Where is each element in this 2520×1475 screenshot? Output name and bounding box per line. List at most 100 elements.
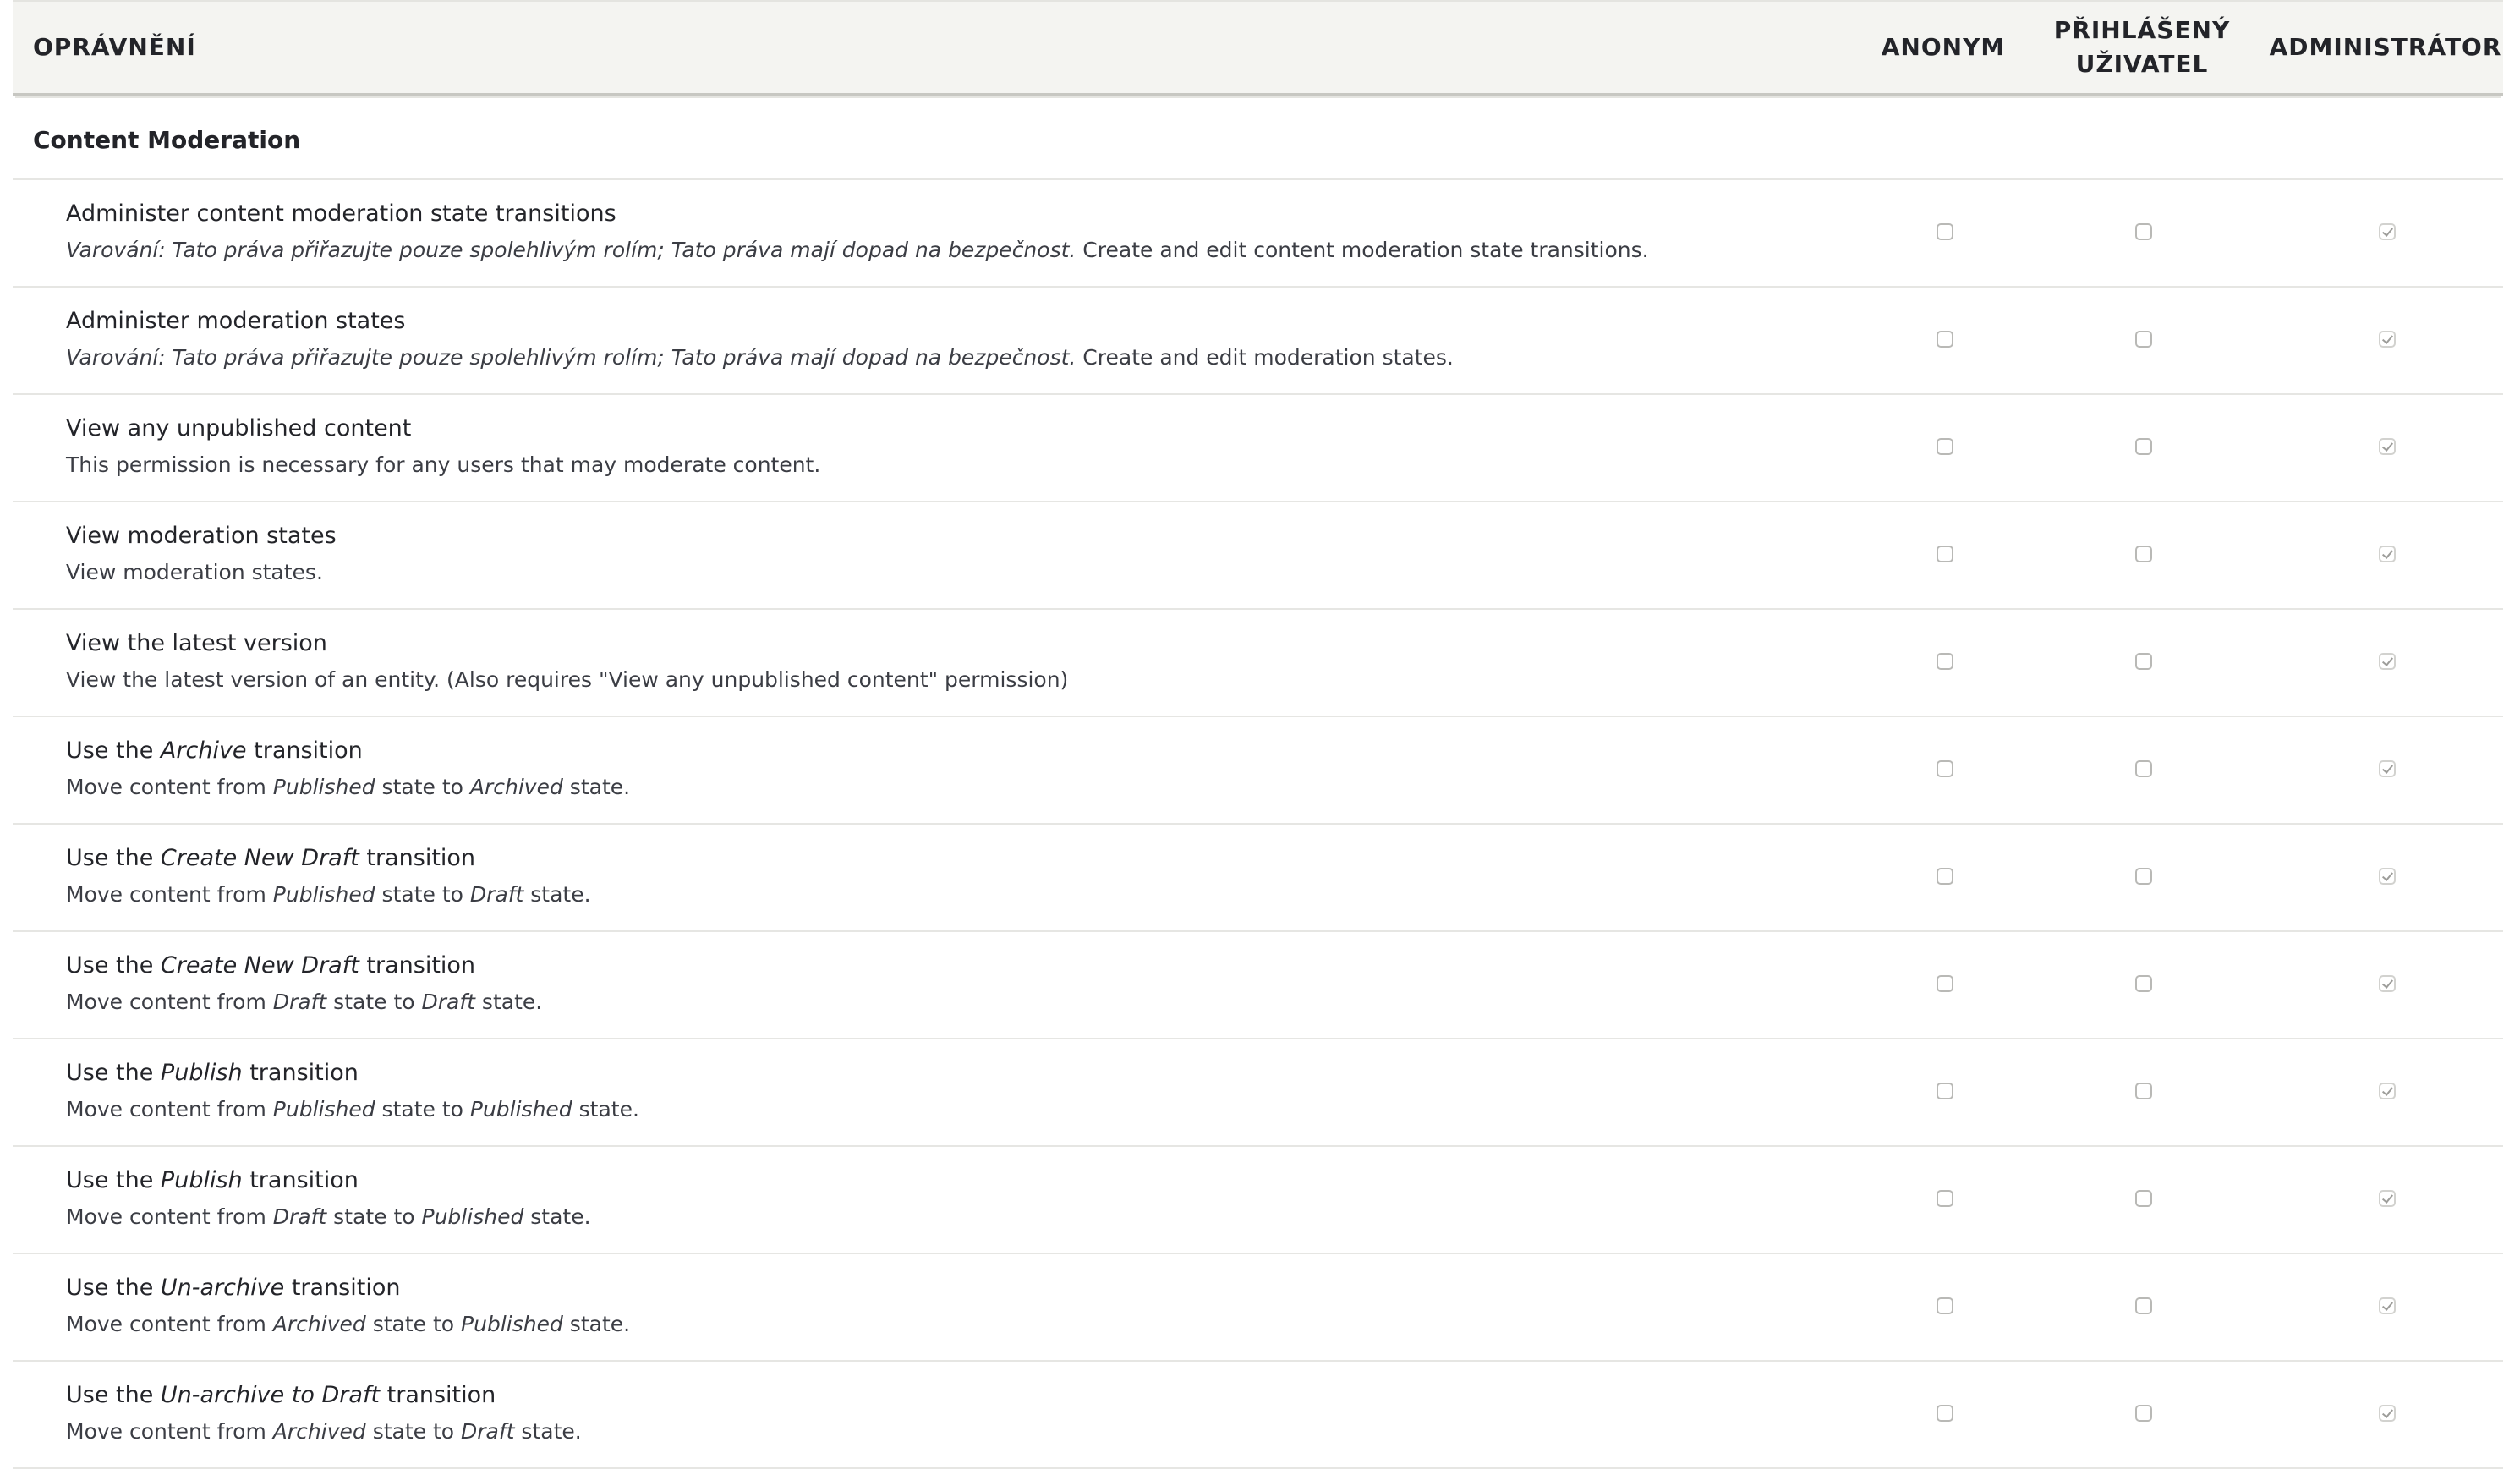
- permission-title-text: transition: [380, 1382, 496, 1408]
- checkbox-anonymous[interactable]: [1937, 868, 1953, 885]
- header-role-administrator: ADMINISTRÁTOR: [2269, 33, 2502, 61]
- checkbox-authenticated[interactable]: [2135, 331, 2152, 348]
- checkbox-anonymous[interactable]: [1937, 1083, 1953, 1099]
- permission-description-text: Published: [469, 1097, 572, 1121]
- permission-title-text: Create New Draft: [160, 952, 359, 979]
- checkbox-anonymous[interactable]: [1937, 1190, 1953, 1207]
- table-row: View any unpublished content This permiss…: [13, 395, 2503, 502]
- permission-description-text: state.: [562, 1312, 631, 1336]
- permission-description-text: Archived: [469, 775, 563, 799]
- checkbox-anonymous[interactable]: [1937, 546, 1953, 562]
- permission-description-text: state.: [523, 1204, 591, 1229]
- permission-title: View the latest version: [66, 630, 327, 656]
- checkbox-anonymous[interactable]: [1937, 1297, 1953, 1314]
- table-row: Use the Un-archive transition Move conten…: [13, 1254, 2503, 1362]
- checkbox-authenticated[interactable]: [2135, 223, 2152, 240]
- permission-description-text: Published: [272, 775, 375, 799]
- permission-description: View moderation states.: [66, 560, 323, 584]
- permission-title: Administer content moderation state tran…: [66, 200, 616, 227]
- checkbox-authenticated[interactable]: [2135, 975, 2152, 992]
- permission-description-text: Move content from: [66, 1097, 273, 1121]
- permission-title: View moderation states: [66, 523, 337, 549]
- permission-description-text: Draft: [421, 990, 475, 1014]
- permission-title-text: transition: [246, 738, 363, 764]
- checkbox-administrator[interactable]: [2379, 546, 2396, 562]
- permission-description-text: Move content from: [66, 1312, 273, 1336]
- checkbox-authenticated[interactable]: [2135, 653, 2152, 670]
- checkbox-administrator[interactable]: [2379, 760, 2396, 777]
- checkbox-administrator[interactable]: [2379, 438, 2396, 455]
- permission-title: Use the Create New Draft transition: [66, 952, 475, 979]
- permission-description-text: Move content from: [66, 775, 273, 799]
- permission-title-text: transition: [242, 1060, 359, 1086]
- permission-description-text: state.: [562, 775, 631, 799]
- permission-title: Administer moderation states: [66, 308, 405, 334]
- checkbox-authenticated[interactable]: [2135, 546, 2152, 562]
- permission-description-text: Move content from: [66, 1419, 273, 1444]
- permission-description-text: Published: [421, 1204, 524, 1229]
- header-role-anonymous: ANONYM: [1881, 33, 2006, 61]
- permission-description-text: View moderation states.: [66, 560, 323, 584]
- permission-title-text: View moderation states: [66, 523, 337, 549]
- permission-description: Move content from Archived state to Publ…: [66, 1312, 630, 1336]
- checkbox-administrator[interactable]: [2379, 1297, 2396, 1314]
- permission-title-text: Use the: [66, 1060, 161, 1086]
- checkbox-administrator[interactable]: [2379, 975, 2396, 992]
- permissions-table: OPRÁVNĚNÍ ANONYM PŘIHLÁŠENÝ UŽIVATEL ADM…: [13, 0, 2503, 1469]
- checkbox-authenticated[interactable]: [2135, 868, 2152, 885]
- checkbox-anonymous[interactable]: [1937, 760, 1953, 777]
- permission-title: Use the Publish transition: [66, 1167, 359, 1193]
- permission-description-text: Varování: Tato práva přiřazujte pouze sp…: [66, 238, 1076, 262]
- checkbox-administrator[interactable]: [2379, 1083, 2396, 1099]
- permission-description-text: Create and edit content moderation state…: [1076, 238, 1649, 262]
- permission-description-text: Varování: Tato práva přiřazujte pouze sp…: [66, 345, 1076, 370]
- permission-description-text: Published: [272, 882, 375, 907]
- permission-title-text: Use the: [66, 738, 161, 764]
- checkbox-authenticated[interactable]: [2135, 1083, 2152, 1099]
- checkbox-anonymous[interactable]: [1937, 1405, 1953, 1422]
- checkbox-administrator[interactable]: [2379, 1405, 2396, 1422]
- checkbox-anonymous[interactable]: [1937, 653, 1953, 670]
- checkbox-authenticated[interactable]: [2135, 1190, 2152, 1207]
- table-row: Use the Publish transition Move content f…: [13, 1147, 2503, 1254]
- table-row: Use the Archive transition Move content f…: [13, 717, 2503, 825]
- checkbox-authenticated[interactable]: [2135, 1297, 2152, 1314]
- table-row: Use the Un-archive to Draft transition Mo…: [13, 1362, 2503, 1469]
- checkbox-administrator[interactable]: [2379, 223, 2396, 240]
- checkbox-anonymous[interactable]: [1937, 975, 1953, 992]
- checkbox-anonymous[interactable]: [1937, 331, 1953, 348]
- table-row: View moderation states View moderation st…: [13, 502, 2503, 610]
- permission-title-text: Use the: [66, 952, 161, 979]
- permission-description-text: Draft: [469, 882, 524, 907]
- checkbox-anonymous[interactable]: [1937, 223, 1953, 240]
- permission-description-text: Archived: [272, 1312, 366, 1336]
- permission-title-text: Archive: [160, 738, 247, 764]
- permissions-page: OPRÁVNĚNÍ ANONYM PŘIHLÁŠENÝ UŽIVATEL ADM…: [0, 0, 2520, 1475]
- permission-description-text: state.: [514, 1419, 582, 1444]
- permission-title-text: View the latest version: [66, 630, 327, 656]
- checkbox-administrator[interactable]: [2379, 1190, 2396, 1207]
- permission-title-text: Use the: [66, 1167, 161, 1193]
- checkbox-administrator[interactable]: [2379, 653, 2396, 670]
- permission-description-text: state to: [375, 775, 470, 799]
- permission-title-text: View any unpublished content: [66, 415, 412, 441]
- permission-group-row: Content Moderation: [13, 104, 2503, 180]
- permission-description-text: state to: [326, 990, 422, 1014]
- checkbox-administrator[interactable]: [2379, 868, 2396, 885]
- permission-description-text: Draft: [461, 1419, 515, 1444]
- table-row: View the latest version View the latest v…: [13, 610, 2503, 717]
- checkbox-authenticated[interactable]: [2135, 760, 2152, 777]
- checkbox-anonymous[interactable]: [1937, 438, 1953, 455]
- permission-description-text: Draft: [272, 990, 327, 1014]
- permission-title-text: Administer content moderation state tran…: [66, 200, 616, 227]
- permission-rows: Administer content moderation state tran…: [13, 180, 2503, 1469]
- permission-description: This permission is necessary for any use…: [66, 452, 820, 477]
- checkbox-authenticated[interactable]: [2135, 1405, 2152, 1422]
- permission-title-text: Administer moderation states: [66, 308, 406, 334]
- permission-title: Use the Archive transition: [66, 738, 363, 764]
- permission-title-text: transition: [359, 952, 476, 979]
- checkbox-authenticated[interactable]: [2135, 438, 2152, 455]
- checkbox-administrator[interactable]: [2379, 331, 2396, 348]
- permission-description-text: state to: [365, 1312, 462, 1336]
- header-permission: OPRÁVNĚNÍ: [33, 33, 196, 61]
